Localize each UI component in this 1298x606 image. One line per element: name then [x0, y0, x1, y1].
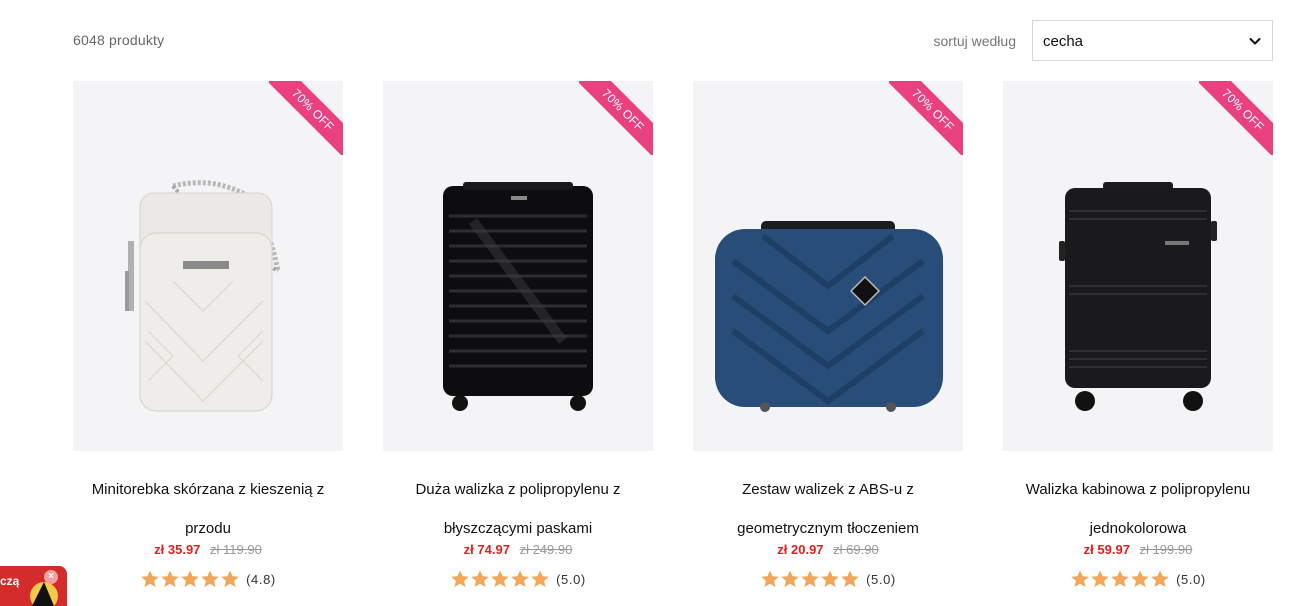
- promo-text: czą: [0, 574, 20, 588]
- star-icon: [801, 570, 819, 587]
- rating-value: (5.0): [556, 571, 586, 587]
- rating-value: (4.8): [246, 571, 276, 587]
- product-prices: zł 59.97 zł 199.90: [1003, 542, 1273, 562]
- product-image[interactable]: 70% OFF: [383, 81, 653, 451]
- rating-value: (5.0): [1176, 571, 1206, 587]
- star-icon: [201, 570, 219, 587]
- sort-selected-value: cecha: [1043, 33, 1084, 50]
- price-original: zł 119.90: [210, 542, 262, 557]
- product-image[interactable]: 70% OFF: [693, 81, 963, 451]
- promo-banner[interactable]: czą: [0, 566, 67, 606]
- sort-label: sortuj według: [933, 32, 1017, 49]
- rating-value: (5.0): [866, 571, 896, 587]
- star-icon: [761, 570, 779, 587]
- price-original: zł 199.90: [1139, 542, 1193, 557]
- product-rating: (5.0): [383, 567, 653, 591]
- product-rating: (5.0): [693, 567, 963, 591]
- price-original: zł 249.90: [519, 542, 573, 557]
- product-count: 6048 produkty: [73, 32, 165, 48]
- product-image[interactable]: 70% OFF: [73, 81, 343, 451]
- discount-badge: 70% OFF: [889, 81, 963, 155]
- listing-toolbar: 6048 produkty sortuj według cecha: [73, 20, 1273, 61]
- star-icon: [221, 570, 239, 587]
- star-icon: [1151, 570, 1169, 587]
- product-card[interactable]: 70% OFF Zestaw walizek z ABS-u z geometr…: [693, 81, 963, 591]
- product-card[interactable]: 70% OFF Walizka kabinowa z polipropylenu…: [1003, 81, 1273, 591]
- star-icon: [141, 570, 159, 587]
- product-title[interactable]: Minitorebka skórzana z kieszenią z przod…: [73, 470, 343, 548]
- star-icon: [451, 570, 469, 587]
- product-prices: zł 74.97 zł 249.90: [383, 542, 653, 562]
- star-rating: [450, 569, 550, 589]
- star-icon: [471, 570, 489, 587]
- product-prices: zł 35.97 zł 119.90: [73, 542, 343, 562]
- price-current: zł 20.97: [777, 542, 824, 557]
- star-icon: [1091, 570, 1109, 587]
- product-prices: zł 20.97 zł 69.90: [693, 542, 963, 562]
- product-title[interactable]: Zestaw walizek z ABS-u z geometrycznym t…: [693, 470, 963, 548]
- close-icon[interactable]: ×: [44, 570, 58, 584]
- star-icon: [511, 570, 529, 587]
- price-current: zł 35.97: [154, 542, 201, 557]
- discount-badge: 70% OFF: [579, 81, 653, 155]
- price-current: zł 74.97: [463, 542, 510, 557]
- star-rating: [1070, 569, 1170, 589]
- product-title[interactable]: Duża walizka z polipropylenu z błyszcząc…: [383, 470, 653, 548]
- promo-widget[interactable]: czą ×: [0, 566, 67, 606]
- product-title[interactable]: Walizka kabinowa z polipropylenu jednoko…: [1003, 470, 1273, 548]
- star-rating: [140, 569, 240, 589]
- star-rating: [760, 569, 860, 589]
- discount-badge: 70% OFF: [269, 81, 343, 155]
- star-icon: [531, 570, 549, 587]
- star-icon: [821, 570, 839, 587]
- product-card[interactable]: 70% OFF Minitorebka skórzana z kieszenią…: [73, 81, 343, 591]
- star-icon: [181, 570, 199, 587]
- star-icon: [781, 570, 799, 587]
- product-card[interactable]: 70% OFF Duża walizka z polipropylenu z b…: [383, 81, 653, 591]
- product-rating: (5.0): [1003, 567, 1273, 591]
- star-icon: [161, 570, 179, 587]
- price-current: zł 59.97: [1083, 542, 1130, 557]
- price-original: zł 69.90: [833, 542, 879, 557]
- discount-badge: 70% OFF: [1199, 81, 1273, 155]
- sort-select[interactable]: cecha: [1032, 20, 1273, 61]
- chevron-down-icon: [1249, 38, 1261, 45]
- star-icon: [1111, 570, 1129, 587]
- product-image[interactable]: 70% OFF: [1003, 81, 1273, 451]
- star-icon: [1131, 570, 1149, 587]
- star-icon: [841, 570, 859, 587]
- product-rating: (4.8): [73, 567, 343, 591]
- star-icon: [491, 570, 509, 587]
- star-icon: [1071, 570, 1089, 587]
- sort-control: sortuj według cecha: [933, 20, 1273, 61]
